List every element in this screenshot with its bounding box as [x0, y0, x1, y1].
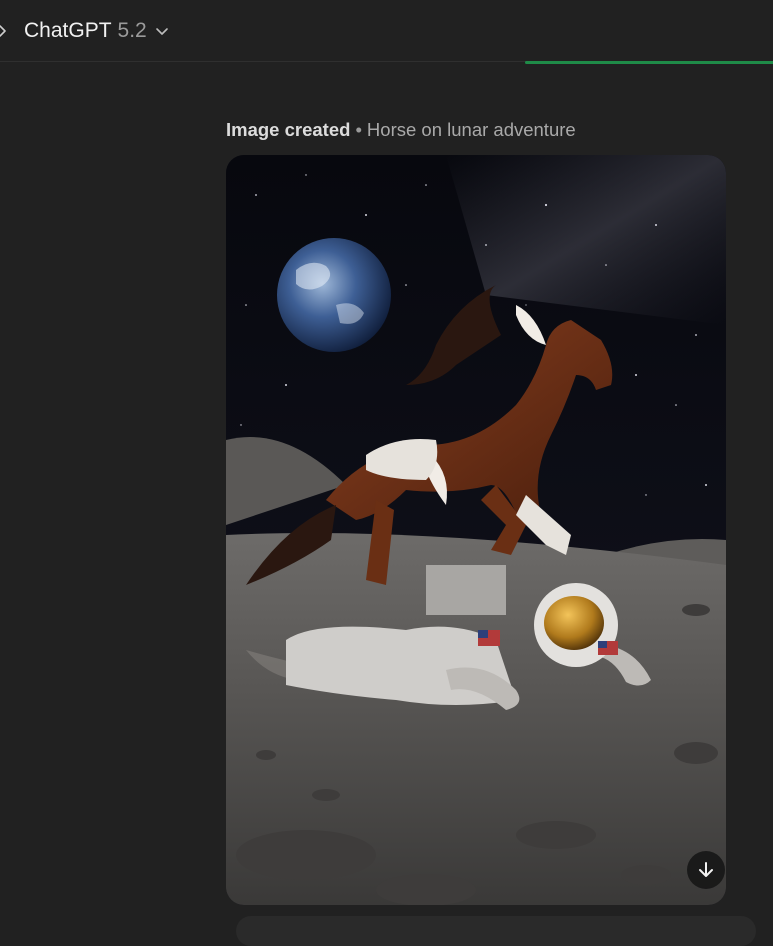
generated-image-artwork: [226, 155, 726, 905]
model-selector-button[interactable]: ChatGPT 5.2: [24, 16, 169, 46]
model-name: ChatGPT: [24, 19, 112, 42]
chevron-down-icon: [155, 26, 169, 36]
model-version: 5.2: [117, 19, 147, 42]
arrow-down-icon: [699, 862, 713, 877]
download-button[interactable]: [687, 851, 725, 889]
composer-bar[interactable]: [236, 916, 756, 946]
progress-indicator: [525, 61, 773, 64]
caption-separator: •: [355, 119, 362, 140]
image-caption: Image created • Horse on lunar adventure: [226, 119, 576, 141]
generated-image[interactable]: [226, 155, 726, 905]
top-bar: ChatGPT 5.2: [0, 0, 773, 62]
image-status: Image created: [226, 119, 351, 140]
image-title: Horse on lunar adventure: [366, 119, 576, 140]
chevron-right-icon: [0, 25, 6, 37]
sidebar-toggle-button[interactable]: [0, 20, 10, 42]
